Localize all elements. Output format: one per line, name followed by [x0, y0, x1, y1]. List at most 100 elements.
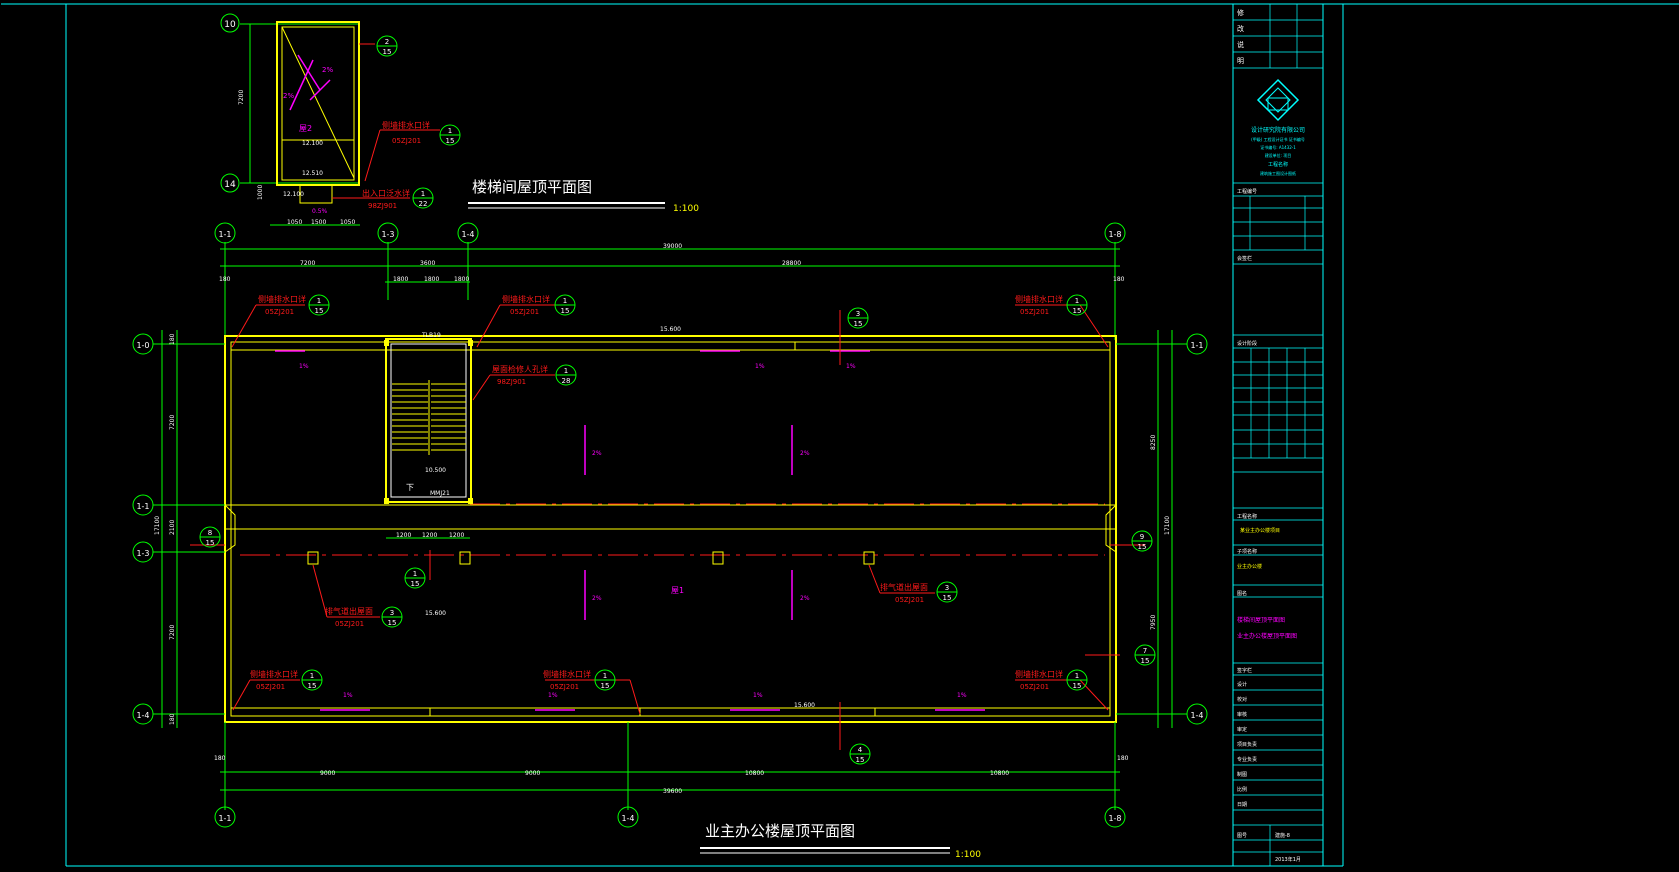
level-low-roof: 15.600: [425, 610, 446, 617]
axis-label-top: 10: [224, 20, 236, 30]
dim-left-1: 7200: [169, 415, 176, 430]
slope-label-1: 1%: [299, 363, 309, 370]
drain-callout-3-num: 1: [1075, 297, 1079, 305]
tb-company-line-5: 建筑施工图设计图纸: [1260, 170, 1296, 176]
ladder-callout-text: 屋面检修人孔详: [492, 364, 548, 374]
tb-role-1: 设计: [1237, 681, 1247, 688]
slope-label-9: 1%: [548, 692, 558, 699]
slope-label-3: 1%: [846, 363, 856, 370]
stair-callout-1-ref: 05ZJ201: [392, 137, 421, 145]
tb-company-line-2: 证书编号: A1432-1: [1260, 144, 1296, 150]
drain-callout-1-den: 15: [315, 307, 324, 315]
tb-role-9: 日期: [1237, 802, 1247, 808]
drain-callout-6-ref: 05ZJ201: [1020, 683, 1049, 691]
axis-label-bottom: 14: [224, 180, 236, 190]
vent-callout-1-den: 15: [388, 619, 397, 627]
dim-mid-3: 1200: [449, 532, 464, 539]
tb-label-sub: 子项名称: [1237, 548, 1257, 555]
axis-label-top-1: 1-1: [218, 230, 231, 239]
tb-label-sign: 签字栏: [1237, 667, 1252, 674]
dim-bottom-edge-right: 180: [1117, 755, 1129, 762]
stair-plan-scale: 1:100: [673, 204, 699, 214]
tb-role-8: 比例: [1237, 786, 1247, 793]
tb-drawing-name-2: 业主办公楼屋顶平面图: [1237, 632, 1297, 640]
stair-callout-2-ref: 98ZJ901: [368, 202, 397, 210]
vent-callout-2-den: 15: [943, 594, 952, 602]
stair-callout-1-num: 1: [448, 127, 452, 135]
section-mark-4-den: 15: [206, 539, 215, 547]
stair-tag-tlb: TLB19: [421, 332, 441, 339]
tb-role-5: 项目负责: [1237, 741, 1257, 748]
stair-bubble-top-num: 2: [385, 38, 389, 46]
tb-company-line-1: (甲级) 工程设计证书 证书编号: [1251, 136, 1305, 142]
dim-top-part-2: 3600: [420, 260, 435, 267]
dim-bottom-part-3: 10800: [745, 770, 764, 777]
dim-top-small-1: 1800: [393, 276, 408, 283]
tb-company-line-3: 建设单位: 项目: [1265, 152, 1292, 158]
axis-label-left-2: 1-1: [136, 502, 149, 511]
axis-label-bottom-2: 1-4: [621, 814, 634, 823]
tb-company: 设计研究院有限公司: [1251, 126, 1305, 134]
stair-dim-w3: 1050: [340, 219, 355, 226]
axis-label-bottom-3: 1-8: [1108, 814, 1121, 823]
section-mark-6-den: 15: [411, 580, 420, 588]
drain-callout-5-text: 侧墙排水口详: [543, 669, 591, 679]
tb-drawing-name-1: 楼梯间屋顶平面图: [1237, 616, 1285, 624]
axis-label-left-1: 1-0: [136, 341, 149, 350]
stair-slope-a: 2%: [283, 92, 294, 100]
dim-right-total: 17100: [1164, 516, 1171, 535]
tb-sub-name: 业主办公楼: [1237, 563, 1262, 570]
stair-level-top: 12.100: [302, 140, 323, 147]
axis-label-top-4: 1-8: [1108, 230, 1121, 239]
dim-top-total: 39000: [663, 243, 682, 250]
tb-label-signoff: 会签栏: [1237, 255, 1252, 262]
slope-label-8: 1%: [343, 692, 353, 699]
slope-label-4: 2%: [592, 450, 602, 457]
slope-label-5: 2%: [800, 450, 810, 457]
section-mark-5-num: 9: [1140, 533, 1144, 541]
level-stair: 10.500: [425, 467, 446, 474]
tb-label-project-no: 工程编号: [1237, 188, 1257, 195]
tb-role-2: 校对: [1237, 696, 1247, 703]
tb-role-7: 制图: [1237, 771, 1247, 778]
stair-tag-down: 下: [406, 483, 414, 492]
section-mark-6-num: 1: [413, 570, 417, 578]
stair-callout-2-den: 22: [419, 200, 428, 208]
dim-mid-2: 1200: [422, 532, 437, 539]
slope-label-10: 1%: [753, 692, 763, 699]
tb-role-6: 专业负责: [1237, 756, 1257, 763]
vent-callout-2-ref: 05ZJ201: [895, 596, 924, 604]
section-mark-4-num: 8: [208, 529, 212, 537]
dim-mid-1: 1200: [396, 532, 411, 539]
stair-room-label: 屋2: [299, 124, 312, 133]
stair-slope-b: 2%: [322, 66, 333, 74]
vent-callout-2-num: 3: [945, 584, 949, 592]
stair-tag-door: MMJ21: [430, 490, 450, 497]
section-mark-5-den: 15: [1138, 543, 1147, 551]
main-plan-title: 业主办公楼屋顶平面图: [705, 822, 855, 840]
drain-callout-6-num: 1: [1075, 672, 1079, 680]
dim-top-edge-left: 180: [219, 276, 231, 283]
section-mark-1-den: 15: [854, 320, 863, 328]
vent-callout-2-text: 排气道出屋面: [880, 582, 928, 592]
stair-level-mid: 12.510: [302, 170, 323, 177]
section-mark-3-num: 7: [1143, 647, 1147, 655]
dim-left-edge-bottom: 180: [169, 713, 176, 725]
slope-label-2: 1%: [755, 363, 765, 370]
drain-callout-4-den: 15: [308, 682, 317, 690]
drain-callout-3-ref: 05ZJ201: [1020, 308, 1049, 316]
stair-plan-title: 楼梯间屋顶平面图: [472, 178, 592, 196]
dim-top-part-3: 28800: [782, 260, 801, 267]
drain-callout-2-text: 侧墙排水口详: [502, 294, 550, 304]
axis-label-left-3: 1-3: [136, 549, 149, 558]
stair-dim-w2: 1500: [311, 219, 326, 226]
dim-left-3: 7200: [169, 625, 176, 640]
level-bottom: 15.600: [794, 702, 815, 709]
stair-bubble-top-den: 15: [383, 48, 392, 56]
drawing-canvas: 10 14 7200 2% 2% 屋2 12.100 12.510 12.100…: [0, 0, 1679, 872]
section-mark-2-num: 4: [858, 746, 863, 754]
section-mark-1-num: 3: [856, 310, 860, 318]
stair-callout-2-num: 1: [421, 190, 425, 198]
vent-callout-1-text: 排气道出屋面: [325, 606, 373, 616]
tb-rev-1: 修: [1237, 8, 1244, 17]
